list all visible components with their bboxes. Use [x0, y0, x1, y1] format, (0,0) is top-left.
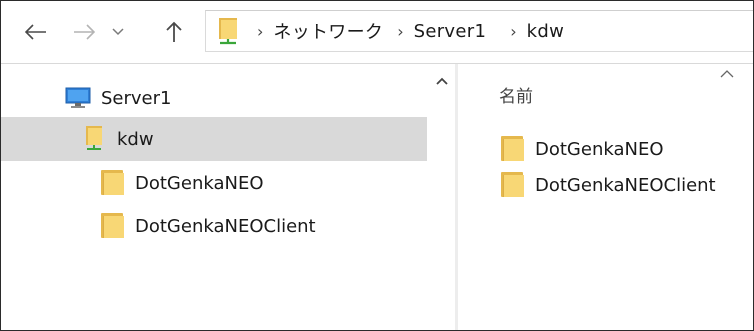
breadcrumb-separator[interactable]: › [510, 22, 516, 41]
folder-icon [501, 172, 525, 198]
network-share-icon [217, 17, 243, 45]
back-button[interactable] [19, 19, 53, 45]
breadcrumb-separator[interactable]: › [257, 22, 263, 41]
up-button[interactable] [159, 19, 189, 45]
sort-ascending-icon [720, 70, 734, 78]
arrow-right-icon [74, 24, 95, 40]
breadcrumb-server1[interactable]: Server1 [414, 21, 487, 42]
file-name: DotGenkaNEO [535, 138, 664, 160]
address-toolbar: › ネットワーク › Server1 › kdw [1, 1, 753, 64]
network-share-icon [86, 126, 102, 150]
tree-item-label: kdw [117, 128, 154, 150]
forward-button[interactable] [67, 19, 101, 45]
file-list-pane: 名前 DotGenkaNEO DotGenkaNEOClient [461, 64, 753, 330]
tree-item-kdw[interactable]: kdw [1, 117, 427, 161]
breadcrumb-kdw[interactable]: kdw [527, 21, 564, 42]
explorer-window: › ネットワーク › Server1 › kdw Server1 kdw Dot… [0, 0, 754, 331]
file-name: DotGenkaNEOClient [535, 174, 716, 196]
breadcrumb-separator[interactable]: › [397, 22, 403, 41]
folder-icon [501, 136, 525, 162]
arrow-left-icon [25, 24, 46, 40]
arrow-up-icon [166, 21, 182, 42]
list-item[interactable]: DotGenkaNEO [501, 134, 664, 164]
address-bar[interactable]: › ネットワーク › Server1 › kdw [205, 10, 753, 52]
pane-splitter[interactable] [455, 64, 458, 330]
chevron-up-icon [436, 77, 448, 85]
tree-item-label: DotGenkaNEO [135, 172, 264, 194]
tree-item-dotgenkaneo[interactable]: DotGenkaNEO [1, 161, 427, 205]
navigation-pane: Server1 kdw DotGenkaNEO DotGenkaNEOClien… [1, 64, 455, 330]
breadcrumb-network[interactable]: ネットワーク [273, 18, 383, 44]
folder-icon [101, 213, 125, 239]
chevron-down-icon [112, 28, 124, 36]
tree-item-dotgenkaneoclient[interactable]: DotGenkaNEOClient [1, 204, 427, 248]
list-item[interactable]: DotGenkaNEOClient [501, 170, 716, 200]
tree-item-label: DotGenkaNEOClient [135, 215, 316, 237]
nav-scrollbar[interactable] [429, 64, 455, 330]
folder-icon [101, 170, 125, 196]
tree-item-label: Server1 [101, 87, 172, 109]
recent-locations-button[interactable] [103, 19, 133, 45]
computer-icon [65, 87, 91, 108]
scroll-up-button[interactable] [435, 74, 449, 88]
column-header-name[interactable]: 名前 [499, 82, 533, 107]
tree-item-server1[interactable]: Server1 [1, 76, 427, 120]
